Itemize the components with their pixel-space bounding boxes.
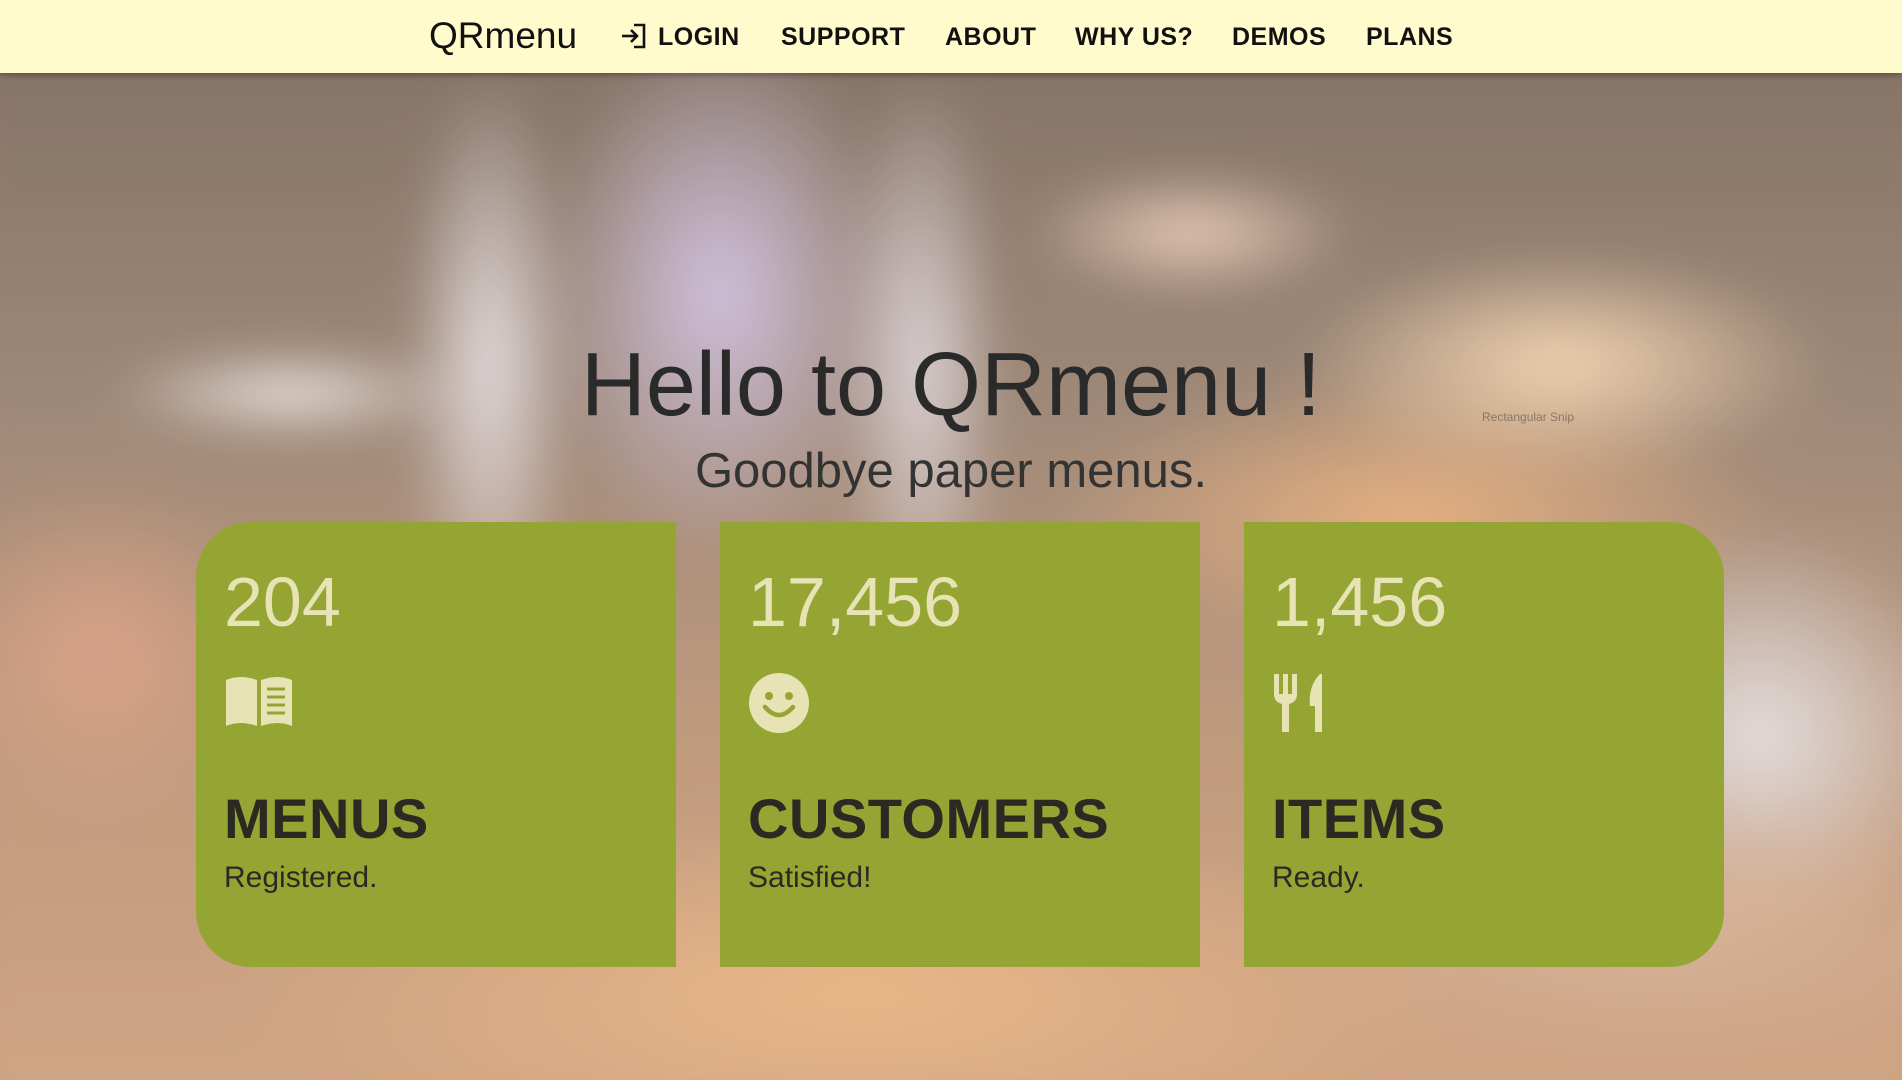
smiley-icon: [748, 672, 810, 739]
nav-plans[interactable]: PLANS: [1366, 22, 1453, 52]
nav-login[interactable]: LOGIN: [620, 22, 740, 56]
items-count: 1,456: [1272, 563, 1448, 641]
items-caption: Ready.: [1272, 861, 1365, 894]
nav-support[interactable]: SUPPORT: [781, 22, 905, 52]
hero-title: Hello to QRmenu !: [580, 335, 1322, 435]
items-heading: ITEMS: [1272, 787, 1446, 850]
stat-card-customers: 17,456 CUSTOMERS Satisfied!: [720, 522, 1200, 967]
nav-about[interactable]: ABOUT: [945, 22, 1036, 52]
brand-logo[interactable]: QRmenu: [429, 16, 577, 56]
fork-knife-icon: [1272, 672, 1332, 739]
customers-count: 17,456: [748, 563, 963, 641]
top-navbar: QRmenu LOGIN SUPPORT ABOUT WHY US? DEMOS…: [0, 0, 1902, 73]
hero-subtitle: Goodbye paper menus.: [694, 444, 1208, 498]
nav-demos[interactable]: DEMOS: [1232, 22, 1326, 52]
customers-caption: Satisfied!: [748, 861, 872, 894]
menus-count: 204: [224, 563, 341, 641]
login-icon: [620, 23, 648, 56]
menus-heading: MENUS: [224, 787, 429, 850]
stat-card-items: 1,456 ITEMS Ready.: [1244, 522, 1724, 967]
customers-heading: CUSTOMERS: [748, 787, 1110, 850]
nav-why-us[interactable]: WHY US?: [1075, 22, 1193, 52]
book-icon: [224, 672, 294, 733]
stat-card-menus: 204 MENUS Registered.: [196, 522, 676, 967]
menus-caption: Registered.: [224, 861, 378, 894]
nav-login-label: LOGIN: [658, 23, 740, 51]
